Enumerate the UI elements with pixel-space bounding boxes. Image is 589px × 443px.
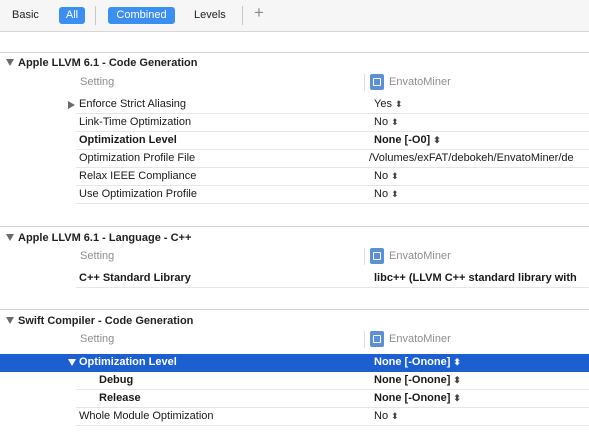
disclosure-triangle-icon[interactable] xyxy=(6,317,14,324)
disclosure-triangle-icon[interactable] xyxy=(68,101,75,109)
row-divider xyxy=(76,425,589,426)
configuration-name: Release xyxy=(99,392,141,404)
setting-name: Enforce Strict Aliasing xyxy=(79,98,186,110)
build-settings-toolbar: Basic All Combined Levels + xyxy=(0,0,589,32)
setting-value[interactable]: libc++ (LLVM C++ standard library with xyxy=(374,272,577,284)
stepper-icon[interactable]: ⬍ xyxy=(391,171,399,181)
setting-value-text: No xyxy=(374,116,389,128)
setting-value[interactable]: Yes ⬍ xyxy=(374,98,403,110)
setting-value-text: No xyxy=(374,410,389,422)
stepper-icon[interactable]: ⬍ xyxy=(453,357,461,367)
stepper-icon[interactable]: ⬍ xyxy=(391,411,399,421)
section-divider xyxy=(0,52,589,53)
setting-value-text: No xyxy=(374,188,389,200)
row-divider xyxy=(76,287,589,288)
configuration-name: Debug xyxy=(99,374,134,386)
setting-value[interactable]: No ⬍ xyxy=(374,188,399,200)
setting-value-text: None [-Onone] xyxy=(374,374,451,386)
column-divider xyxy=(364,248,365,265)
setting-name: Optimization Level xyxy=(79,134,177,146)
section-header[interactable]: Apple LLVM 6.1 - Code Generation xyxy=(0,55,197,71)
setting-row-child[interactable]: Release None [-Onone] ⬍ xyxy=(0,390,589,408)
section-header[interactable]: Apple LLVM 6.1 - Language - C++ xyxy=(0,230,191,246)
setting-row[interactable]: C++ Standard Library libc++ (LLVM C++ st… xyxy=(0,270,589,288)
all-filter-button[interactable]: All xyxy=(59,7,85,24)
column-header-row: Setting EnvatoMiner xyxy=(76,331,589,348)
stepper-icon[interactable]: ⬍ xyxy=(391,189,399,199)
setting-name: Optimization Level xyxy=(79,356,177,368)
setting-value[interactable]: None [-O0] ⬍ xyxy=(374,134,441,146)
column-header-row: Setting EnvatoMiner xyxy=(76,74,589,91)
setting-value-text: No xyxy=(374,170,389,182)
column-header-row: Setting EnvatoMiner xyxy=(76,248,589,265)
setting-row[interactable]: Relax IEEE Compliance No ⬍ xyxy=(0,168,589,186)
setting-row[interactable]: Optimization Profile File /Volumes/exFAT… xyxy=(0,150,589,168)
target-column-header: EnvatoMiner xyxy=(389,333,451,345)
target-app-icon xyxy=(370,74,384,90)
setting-value-text: None [-O0] xyxy=(374,134,431,146)
setting-value[interactable]: /Volumes/exFAT/debokeh/EnvatoMiner/de xyxy=(369,152,574,164)
setting-row[interactable]: Link-Time Optimization No ⬍ xyxy=(0,114,589,132)
target-app-icon xyxy=(370,248,384,264)
section-title: Apple LLVM 6.1 - Language - C++ xyxy=(18,232,192,244)
setting-name: Optimization Profile File xyxy=(79,152,196,164)
stepper-icon[interactable]: ⬍ xyxy=(391,117,399,127)
setting-value[interactable]: No ⬍ xyxy=(374,410,399,422)
setting-value[interactable]: None [-Onone] ⬍ xyxy=(374,356,461,368)
setting-row[interactable]: Optimization Level None [-O0] ⬍ xyxy=(0,132,589,150)
setting-row[interactable]: Use Optimization Profile No ⬍ xyxy=(0,186,589,204)
setting-value-text: None [-Onone] xyxy=(374,356,451,368)
stepper-icon[interactable]: ⬍ xyxy=(453,375,461,385)
setting-row[interactable]: Enforce Strict Aliasing Yes ⬍ xyxy=(0,96,589,114)
setting-row-child[interactable]: Debug None [-Onone] ⬍ xyxy=(0,372,589,390)
disclosure-triangle-icon[interactable] xyxy=(6,59,14,66)
stepper-icon[interactable]: ⬍ xyxy=(395,99,403,109)
setting-row-selected[interactable]: Optimization Level None [-Onone] ⬍ xyxy=(0,354,589,372)
stepper-icon[interactable]: ⬍ xyxy=(453,393,461,403)
setting-value[interactable]: No ⬍ xyxy=(374,116,399,128)
toolbar-divider xyxy=(242,6,243,25)
setting-row[interactable]: Whole Module Optimization No ⬍ xyxy=(0,408,589,426)
setting-value[interactable]: None [-Onone] ⬍ xyxy=(374,374,461,386)
setting-value-text: Yes xyxy=(374,98,392,110)
column-divider xyxy=(364,74,365,91)
levels-view-button[interactable]: Levels xyxy=(194,7,226,24)
add-setting-icon[interactable]: + xyxy=(254,3,264,23)
basic-filter-button[interactable]: Basic xyxy=(12,7,39,24)
section-divider xyxy=(0,226,589,227)
setting-column-header: Setting xyxy=(80,76,115,88)
section-title: Swift Compiler - Code Generation xyxy=(18,315,194,327)
target-app-icon xyxy=(370,331,384,347)
setting-value-text: None [-Onone] xyxy=(374,392,451,404)
setting-name: Relax IEEE Compliance xyxy=(79,170,197,182)
setting-name: Whole Module Optimization xyxy=(79,410,214,422)
setting-value[interactable]: None [-Onone] ⬍ xyxy=(374,392,461,404)
setting-value[interactable]: No ⬍ xyxy=(374,170,399,182)
stepper-icon[interactable]: ⬍ xyxy=(433,135,441,145)
setting-column-header: Setting xyxy=(80,333,115,345)
section-title: Apple LLVM 6.1 - Code Generation xyxy=(18,57,198,69)
row-divider xyxy=(76,203,589,204)
section-header[interactable]: Swift Compiler - Code Generation xyxy=(0,313,193,329)
setting-column-header: Setting xyxy=(80,250,115,262)
column-divider xyxy=(364,331,365,348)
section-divider xyxy=(0,309,589,310)
toolbar-divider xyxy=(95,6,96,25)
disclosure-triangle-icon[interactable] xyxy=(68,359,76,366)
target-column-header: EnvatoMiner xyxy=(389,76,451,88)
combined-view-button[interactable]: Combined xyxy=(108,7,175,24)
setting-name: Use Optimization Profile xyxy=(79,188,197,200)
target-column-header: EnvatoMiner xyxy=(389,250,451,262)
disclosure-triangle-icon[interactable] xyxy=(6,234,14,241)
setting-name: Link-Time Optimization xyxy=(79,116,192,128)
setting-name: C++ Standard Library xyxy=(79,272,191,284)
